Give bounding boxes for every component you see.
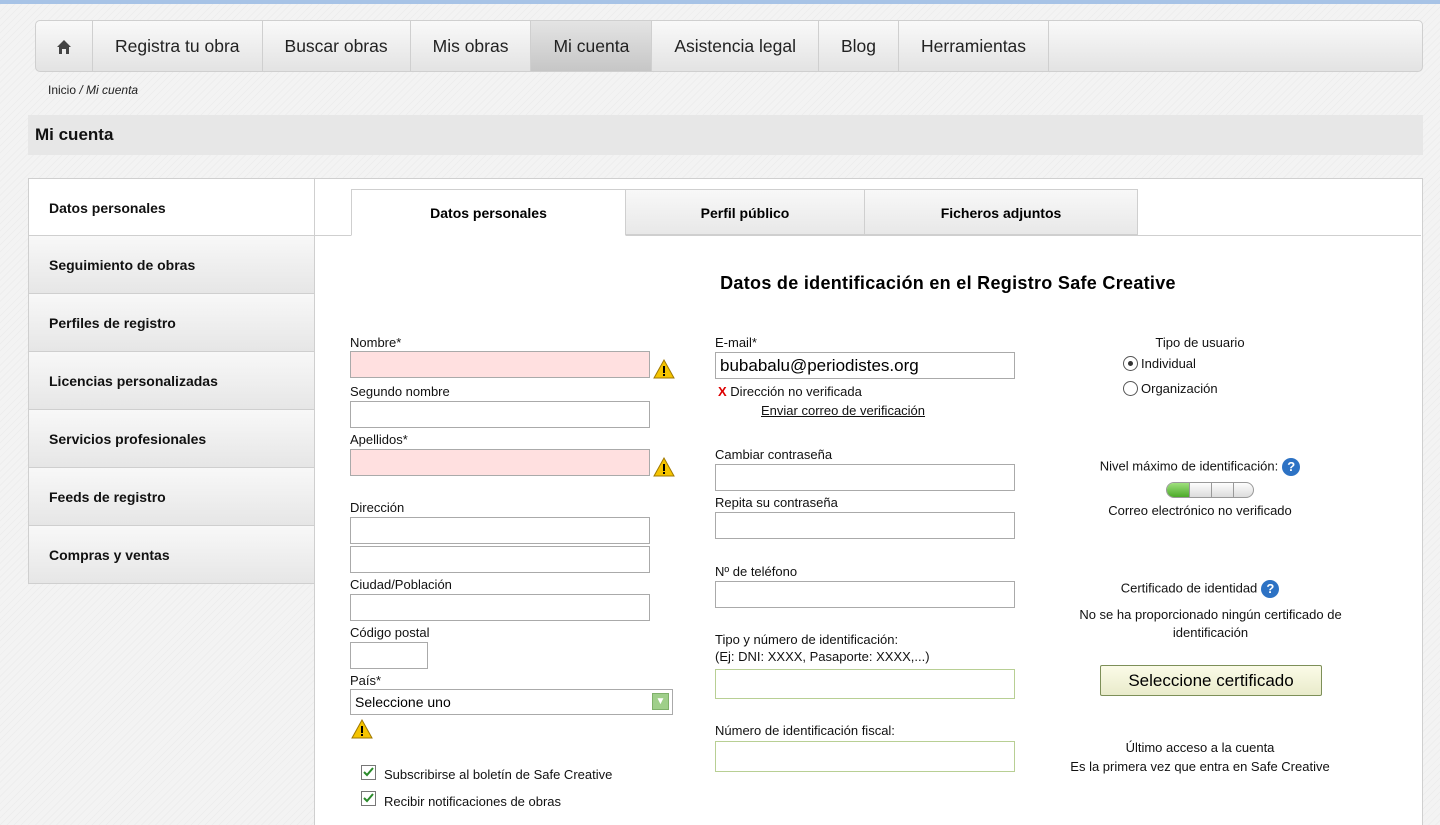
fiscal-id-field[interactable]: [715, 741, 1015, 772]
phone-label: Nº de teléfono: [715, 564, 798, 579]
check-icon: [363, 767, 374, 777]
id-example-label: (Ej: DNI: XXXX, Pasaporte: XXXX,...): [715, 649, 930, 664]
nav-asistencia-legal[interactable]: Asistencia legal: [652, 21, 819, 71]
cert-status: No se ha proporcionado ningún certificad…: [1079, 607, 1342, 640]
notificaciones-checkbox[interactable]: [361, 791, 376, 806]
apellidos-label: Apellidos*: [350, 432, 408, 447]
email-status: X Dirección no verificada: [718, 384, 862, 399]
level-status: Correo electrónico no verificado: [1108, 503, 1292, 518]
ciudad-field[interactable]: [350, 594, 650, 621]
section-heading: Datos de identificación en el Registro S…: [720, 273, 1176, 293]
select-certificate-button[interactable]: Seleccione certificado: [1100, 665, 1322, 696]
level-divider: [1189, 483, 1190, 497]
segundo-nombre-field[interactable]: [350, 401, 650, 428]
check-icon: [363, 793, 374, 803]
codigo-postal-label: Código postal: [350, 625, 430, 640]
home-icon: [57, 40, 71, 55]
radio-organizacion[interactable]: [1123, 381, 1138, 396]
level-divider: [1211, 483, 1212, 497]
phone-field[interactable]: [715, 581, 1015, 608]
nav-buscar-obras[interactable]: Buscar obras: [263, 21, 411, 71]
sidebar-item-licencias-personalizadas[interactable]: Licencias personalizadas: [28, 352, 315, 410]
tab-datos-personales[interactable]: Datos personales: [351, 189, 626, 236]
pais-select-value: Seleccione uno: [355, 694, 451, 710]
top-nav: Registra tu obra Buscar obras Mis obras …: [35, 20, 1423, 72]
password-field[interactable]: [715, 464, 1015, 491]
breadcrumb-home-link[interactable]: Inicio: [48, 83, 76, 97]
nav-mi-cuenta[interactable]: Mi cuenta: [531, 21, 653, 71]
breadcrumb: Inicio / Mi cuenta: [48, 83, 138, 97]
nav-registra-tu-obra[interactable]: Registra tu obra: [93, 21, 263, 71]
sidebar-item-seguimiento-de-obras[interactable]: Seguimiento de obras: [28, 236, 315, 294]
last-access-value: Es la primera vez que entra en Safe Crea…: [1070, 759, 1330, 774]
sidebar-item-servicios-profesionales[interactable]: Servicios profesionales: [28, 410, 315, 468]
radio-organizacion-label: Organización: [1141, 381, 1218, 396]
level-fill: [1167, 483, 1189, 497]
radio-individual-label: Individual: [1141, 356, 1196, 371]
level-label: Nivel máximo de identificación:: [1099, 458, 1279, 474]
email-field[interactable]: [715, 352, 1015, 379]
apellidos-warning-icon: [653, 457, 675, 477]
error-x-icon: X: [718, 384, 727, 399]
email-unverified-text: Dirección no verificada: [730, 384, 862, 399]
repeat-password-label: Repita su contraseña: [715, 495, 838, 510]
breadcrumb-separator: /: [79, 83, 83, 97]
notificaciones-label: Recibir notificaciones de obras: [384, 794, 562, 809]
chevron-down-icon: ▼: [652, 693, 669, 710]
fiscal-id-label: Número de identificación fiscal:: [715, 723, 895, 738]
send-verification-link[interactable]: Enviar correo de verificación: [761, 403, 925, 418]
nombre-field[interactable]: [350, 351, 650, 378]
help-icon[interactable]: ?: [1282, 458, 1301, 476]
nav-blog[interactable]: Blog: [819, 21, 899, 71]
direccion-field-1[interactable]: [350, 517, 650, 544]
pais-label: País*: [350, 673, 382, 688]
apellidos-field[interactable]: [350, 449, 650, 476]
identification-level-meter: [1166, 482, 1254, 498]
level-divider: [1233, 483, 1234, 497]
page-title-bar: Mi cuenta: [28, 115, 1423, 155]
nav-herramientas[interactable]: Herramientas: [899, 21, 1050, 71]
pais-warning-icon: [351, 719, 373, 739]
cert-label: Certificado de identidad: [1120, 580, 1258, 596]
pais-select[interactable]: Seleccione uno ▼: [350, 689, 673, 715]
direccion-field-2[interactable]: [350, 546, 650, 573]
repeat-password-field[interactable]: [715, 512, 1015, 539]
home-button[interactable]: [36, 21, 93, 71]
nav-mis-obras[interactable]: Mis obras: [411, 21, 532, 71]
user-type-label: Tipo de usuario: [1155, 335, 1245, 350]
page-title: Mi cuenta: [35, 125, 114, 144]
radio-individual[interactable]: [1123, 356, 1138, 371]
level-row: Nivel máximo de identificación:?: [1045, 458, 1355, 476]
tab-ficheros-adjuntos[interactable]: Ficheros adjuntos: [865, 189, 1138, 235]
sidebar-item-perfiles-de-registro[interactable]: Perfiles de registro: [28, 294, 315, 352]
sidebar-item-compras-y-ventas[interactable]: Compras y ventas: [28, 526, 315, 584]
last-access-label: Último acceso a la cuenta: [1125, 740, 1275, 755]
newsletter-checkbox[interactable]: [361, 765, 376, 780]
email-label: E-mail*: [715, 335, 757, 350]
ciudad-label: Ciudad/Población: [350, 577, 452, 592]
nombre-warning-icon: [653, 359, 675, 379]
id-number-field[interactable]: [715, 669, 1015, 699]
nombre-label: Nombre*: [350, 335, 402, 350]
id-type-label: Tipo y número de identificación:: [715, 632, 899, 647]
password-label: Cambiar contraseña: [715, 447, 833, 462]
sidebar: Datos personales Seguimiento de obras Pe…: [28, 178, 315, 584]
sidebar-item-datos-personales[interactable]: Datos personales: [28, 178, 315, 236]
segundo-nombre-label: Segundo nombre: [350, 384, 450, 399]
codigo-postal-field[interactable]: [350, 642, 428, 669]
direccion-label: Dirección: [350, 500, 405, 515]
tab-perfil-publico[interactable]: Perfil público: [626, 189, 865, 235]
tab-bar: Datos personales Perfil público Ficheros…: [351, 189, 1138, 236]
cert-row: Certificado de identidad?: [1045, 580, 1355, 598]
help-icon[interactable]: ?: [1261, 580, 1280, 598]
main-panel: Datos personales Perfil público Ficheros…: [314, 178, 1423, 825]
sidebar-item-feeds-de-registro[interactable]: Feeds de registro: [28, 468, 315, 526]
breadcrumb-current: Mi cuenta: [86, 83, 139, 97]
newsletter-label: Subscribirse al boletín de Safe Creative: [384, 767, 613, 782]
